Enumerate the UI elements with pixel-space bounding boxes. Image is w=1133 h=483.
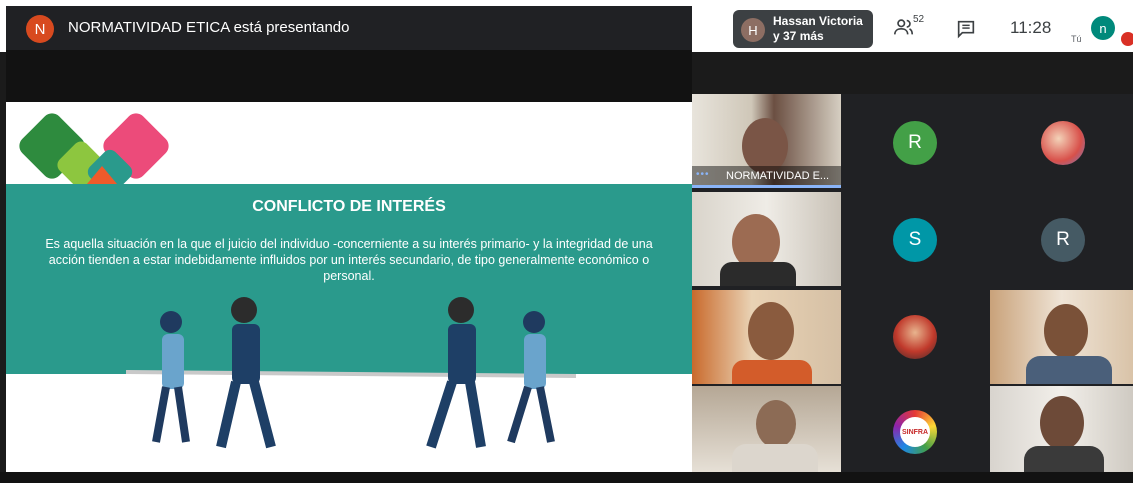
presenter-avatar: N bbox=[26, 15, 54, 43]
participant-body bbox=[720, 262, 796, 286]
people-count: 52 bbox=[913, 14, 925, 25]
video-tile-presenter[interactable]: ••• NORMATIVIDAD E... bbox=[692, 94, 841, 188]
participant-face bbox=[1040, 396, 1084, 450]
slide-title: CONFLICTO DE INTERÉS bbox=[252, 198, 446, 215]
chat-icon bbox=[957, 20, 975, 39]
video-tile-4[interactable] bbox=[692, 386, 841, 472]
speaking-indicator-icon: ••• bbox=[696, 169, 710, 180]
people-icon bbox=[894, 19, 914, 35]
video-tile-2[interactable] bbox=[692, 192, 841, 286]
self-label: Tú bbox=[1071, 34, 1082, 44]
active-speaker-bar bbox=[692, 185, 841, 188]
participant-body bbox=[732, 360, 812, 384]
participant-avatar-s[interactable]: S bbox=[893, 218, 937, 262]
video-tile-6[interactable] bbox=[990, 386, 1133, 472]
participant-body bbox=[732, 444, 818, 472]
avatar: H bbox=[741, 18, 765, 42]
clock: 11:28 bbox=[1010, 18, 1052, 37]
sinfra-logo-avatar[interactable]: SINFRA bbox=[893, 410, 937, 454]
participant-avatar-r2[interactable]: R bbox=[1041, 218, 1085, 262]
video-tile-3[interactable] bbox=[692, 290, 841, 384]
video-tile-5[interactable] bbox=[990, 290, 1133, 384]
participant-body bbox=[1026, 356, 1112, 384]
participant-avatar-photo-2[interactable] bbox=[893, 315, 937, 359]
tug-of-war-illustration bbox=[125, 297, 577, 449]
people-button[interactable]: 52 bbox=[893, 14, 933, 42]
participants-chip[interactable]: H Hassan Victoria y 37 más bbox=[733, 10, 873, 48]
chat-button[interactable] bbox=[955, 18, 977, 40]
mic-off-icon bbox=[1121, 32, 1133, 46]
presenter-label: NORMATIVIDAD ETICA está presentando bbox=[68, 19, 350, 36]
bottom-bar bbox=[0, 472, 1133, 483]
participant-face bbox=[748, 302, 794, 360]
self-avatar[interactable]: n bbox=[1091, 16, 1115, 40]
sinfra-logo-text: SINFRA bbox=[900, 417, 930, 447]
participants-summary: Hassan Victoria y 37 más bbox=[773, 14, 863, 44]
slide-body: Es aquella situación en la que el juicio… bbox=[45, 237, 653, 283]
participant-avatar-photo[interactable] bbox=[1041, 121, 1085, 165]
slide-top-bar bbox=[6, 50, 692, 102]
participants-line1: Hassan Victoria bbox=[773, 14, 863, 28]
participant-face bbox=[1044, 304, 1088, 358]
participant-face bbox=[756, 400, 796, 448]
participants-line2: y 37 más bbox=[773, 29, 824, 43]
participant-body bbox=[1024, 446, 1104, 472]
participant-avatar-r[interactable]: R bbox=[893, 121, 937, 165]
tile-name: NORMATIVIDAD E... bbox=[726, 170, 830, 182]
presentation-slide: CONFLICTO DE INTERÉS Es aquella situació… bbox=[6, 102, 692, 472]
